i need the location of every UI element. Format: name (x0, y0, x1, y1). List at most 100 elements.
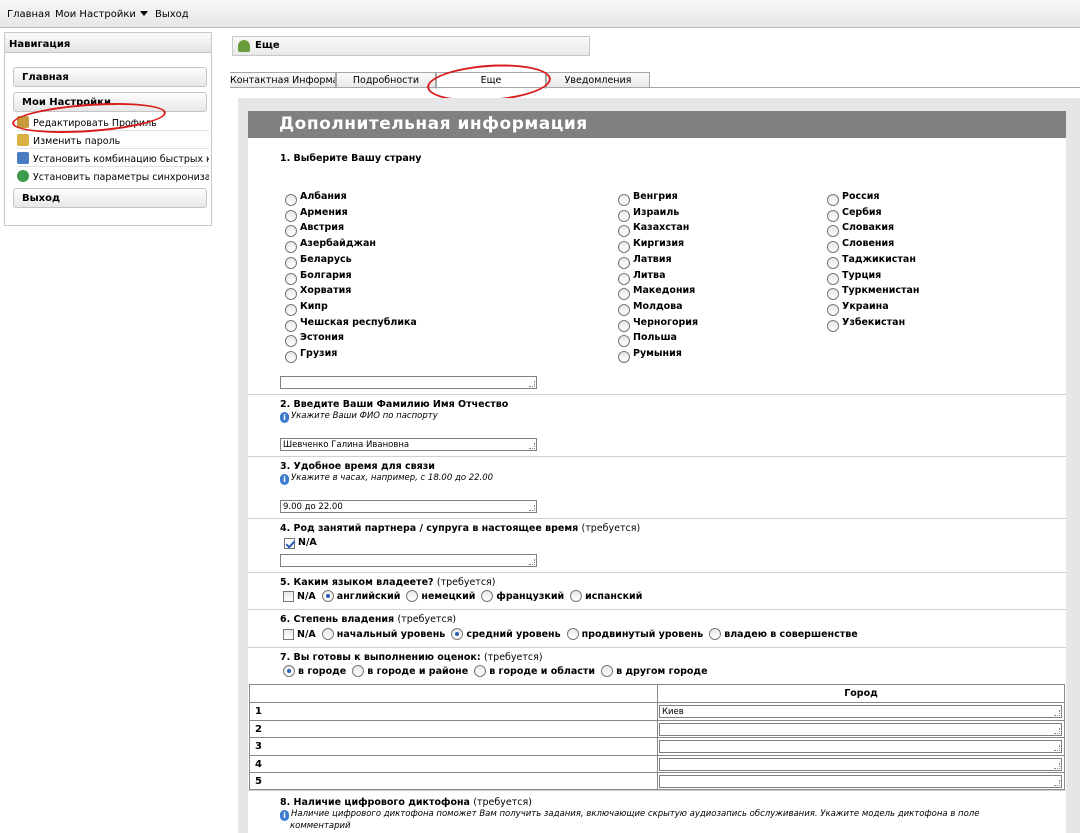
menu-logout[interactable]: Выход (155, 9, 189, 20)
country-radio[interactable] (827, 319, 839, 332)
country-radio[interactable] (618, 272, 630, 285)
nav-home-button[interactable]: Главная (13, 67, 207, 87)
radio-button[interactable] (283, 665, 295, 677)
radio-option[interactable]: в другом городе (601, 665, 708, 677)
radio-button[interactable] (709, 628, 722, 640)
radio-option[interactable]: немецкий (406, 590, 475, 602)
na-option[interactable]: N/A (283, 590, 316, 602)
question-3-title: 3. Удобное время для связи (280, 461, 435, 472)
country-radio[interactable] (827, 256, 839, 269)
country-label: Сербия (842, 206, 882, 218)
country-label: Болгария (300, 269, 352, 281)
city-input[interactable] (659, 722, 1062, 736)
country-label: Таджикистан (842, 253, 916, 265)
country-radio[interactable] (618, 241, 630, 254)
radio-button[interactable] (406, 590, 419, 602)
question-4-title: 4. Род занятий партнера / супруга в наст… (280, 523, 640, 534)
tab-notifications[interactable]: Уведомления (546, 72, 650, 88)
key-icon (17, 134, 29, 146)
nav-link-label: Установить параметры синхрониза (33, 172, 209, 183)
na-option[interactable]: N/A (283, 628, 316, 640)
na-checkbox[interactable] (284, 538, 295, 549)
na-checkbox[interactable] (283, 628, 294, 640)
nav-link-sync[interactable]: Установить параметры синхрониза (17, 167, 209, 184)
radio-option[interactable]: в городе (283, 665, 346, 677)
radio-button[interactable] (451, 628, 464, 640)
country-label: Венгрия (633, 191, 678, 202)
radio-option[interactable]: испанский (570, 590, 642, 602)
country-label: Эстония (300, 332, 344, 344)
country-radio[interactable] (618, 194, 630, 206)
required-label: (требуется) (483, 652, 543, 663)
country-label: Армения (300, 206, 348, 218)
divider (248, 456, 1066, 457)
radio-button[interactable] (321, 590, 334, 602)
section-header: Дополнительная информация (248, 111, 1066, 138)
city-input[interactable] (659, 757, 1062, 771)
country-label: Австрия (300, 222, 345, 234)
full-name-input[interactable]: Шевченко Галина Ивановна (280, 438, 537, 451)
question-title-text: 4. Род занятий партнера / супруга в наст… (280, 523, 579, 534)
radio-option[interactable]: продвинутый уровень (566, 628, 703, 640)
city-input[interactable]: Киев (659, 705, 1062, 718)
country-radio[interactable] (285, 256, 297, 269)
radio-button[interactable] (474, 665, 487, 677)
radio-option[interactable]: французкий (481, 590, 564, 602)
country-radio[interactable] (285, 194, 297, 206)
required-label: (требуется) (581, 523, 641, 534)
radio-button[interactable] (570, 590, 583, 602)
partner-occupation-input[interactable] (280, 554, 537, 567)
hint-text: Укажите в часах, например, с 18.00 до 22… (291, 473, 494, 483)
country-radio[interactable] (285, 351, 297, 363)
tab-contact-info[interactable]: Контактная Информа (230, 72, 336, 88)
nav-link-change-password[interactable]: Изменить пароль (17, 131, 209, 148)
nav-link-label: Изменить пароль (33, 136, 121, 147)
country-label: Беларусь (300, 253, 352, 265)
country-radio[interactable] (618, 256, 630, 269)
row-number: 3 (255, 741, 262, 752)
option-label: в городе и районе (367, 665, 469, 677)
country-radio[interactable] (618, 319, 630, 332)
radio-option[interactable]: в городе и районе (352, 665, 468, 677)
info-icon: i (280, 412, 289, 423)
radio-option[interactable]: владею в совершенстве (709, 628, 858, 640)
radio-option[interactable]: начальный уровень (321, 628, 445, 640)
country-radio[interactable] (618, 303, 630, 316)
table-row: 4 (250, 754, 1064, 773)
country-radio[interactable] (285, 319, 297, 332)
radio-button[interactable] (481, 590, 494, 602)
menu-home[interactable]: Главная (7, 9, 50, 20)
nav-logout-button[interactable]: Выход (13, 188, 207, 208)
country-radio[interactable] (285, 303, 297, 316)
country-radio[interactable] (285, 241, 297, 254)
nav-link-shortcuts[interactable]: Установить комбинацию быстрых к (17, 149, 209, 166)
country-radio[interactable] (618, 209, 630, 222)
radio-option[interactable]: средний уровень (451, 628, 561, 640)
tab-details[interactable]: Подробности (336, 72, 436, 88)
radio-button[interactable] (601, 665, 614, 677)
radio-button[interactable] (321, 628, 334, 640)
country-label: Украина (842, 300, 889, 312)
contact-time-input[interactable]: 9.00 до 22.00 (280, 500, 537, 513)
na-checkbox[interactable] (283, 590, 294, 602)
menu-my-settings[interactable]: Мои Настройки (55, 9, 148, 20)
country-radio[interactable] (827, 272, 839, 285)
country-radio[interactable] (827, 303, 839, 316)
language-radio-group: английский немецкий французкий испанский (321, 590, 649, 602)
radio-option[interactable]: английский (321, 590, 400, 602)
country-radio[interactable] (827, 209, 839, 222)
radio-option[interactable]: в городе и области (474, 665, 595, 677)
radio-button[interactable] (566, 628, 579, 640)
question-2-hint: i Укажите Ваши ФИО по паспорту (280, 411, 438, 423)
country-radio[interactable] (618, 351, 630, 363)
radio-button[interactable] (352, 665, 365, 677)
country-other-input[interactable] (280, 376, 537, 389)
country-radio[interactable] (827, 241, 839, 254)
top-menubar: Главная Мои Настройки Выход (0, 0, 1080, 28)
city-input[interactable] (659, 775, 1062, 788)
na-label: N/A (298, 537, 317, 548)
country-radio[interactable] (285, 209, 297, 222)
city-input[interactable] (659, 740, 1062, 753)
country-radio[interactable] (285, 272, 297, 285)
country-radio[interactable] (827, 194, 839, 206)
